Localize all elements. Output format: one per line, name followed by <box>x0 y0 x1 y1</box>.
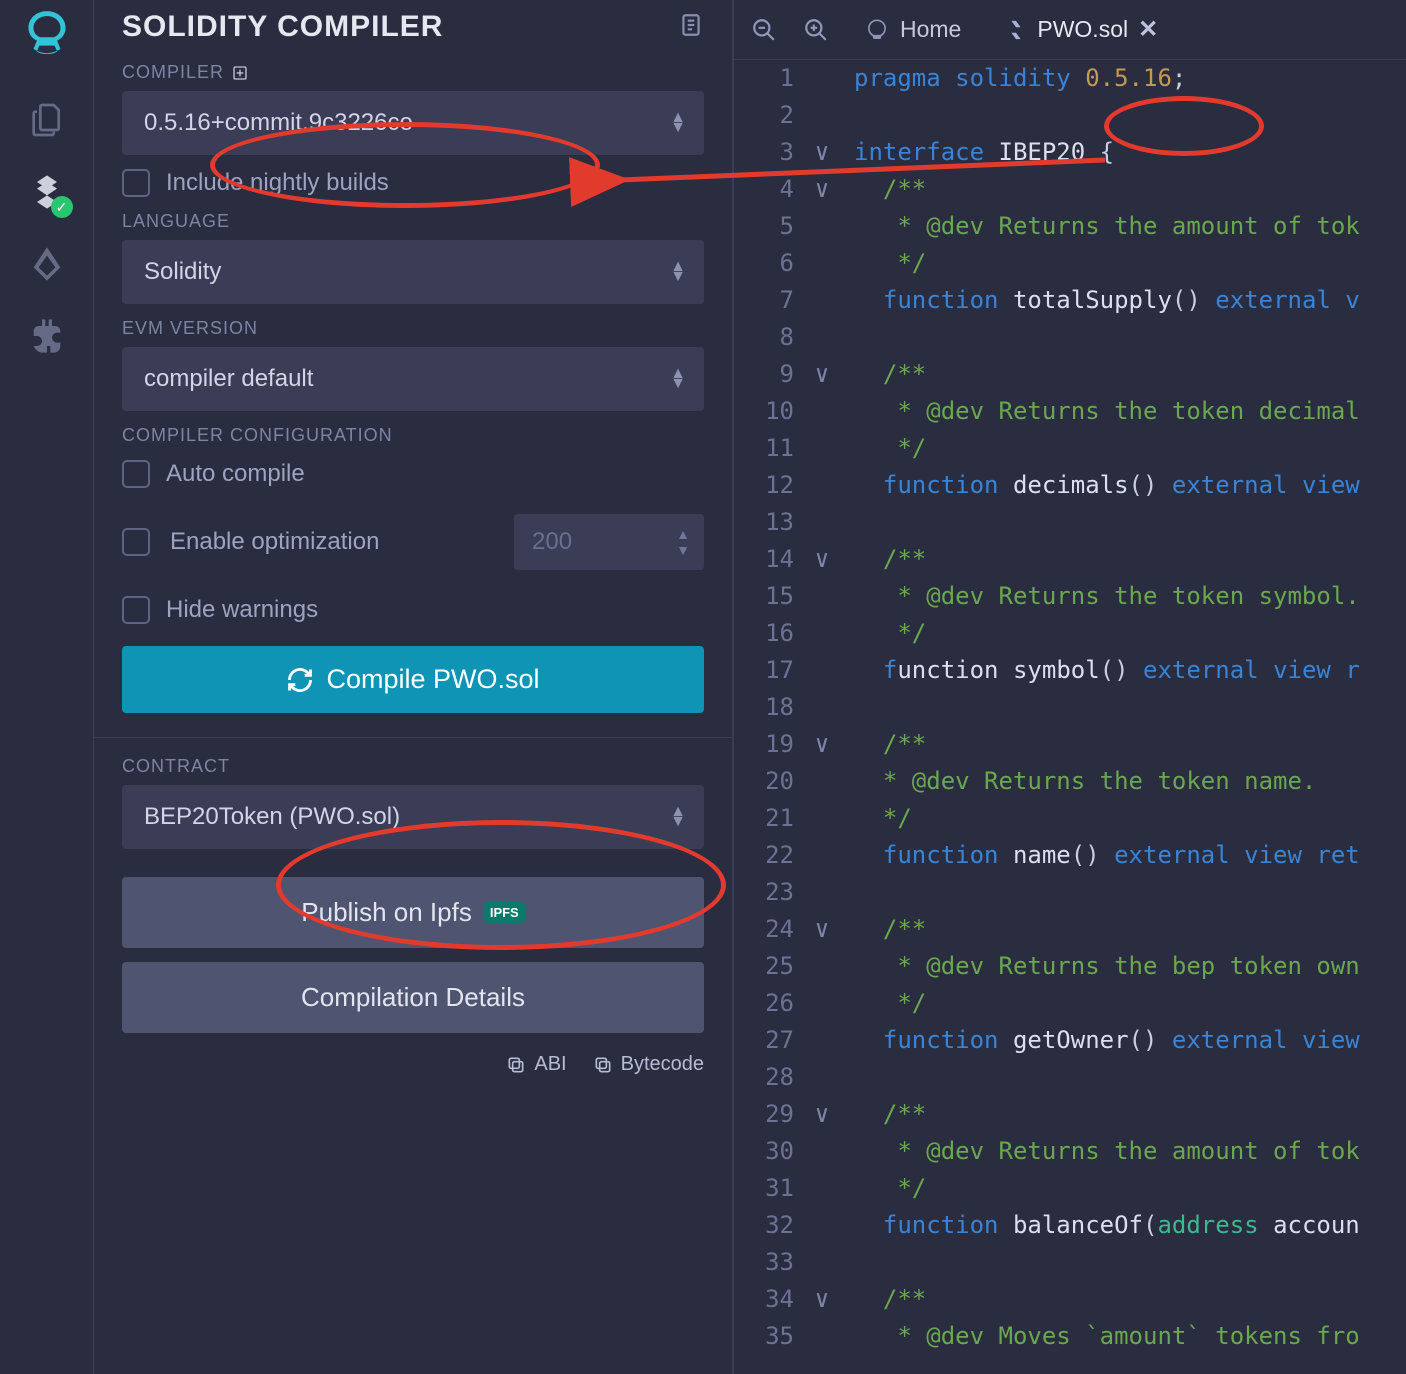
config-label: COMPILER CONFIGURATION <box>122 425 704 446</box>
editor-tabbar: Home PWO.sol ✕ <box>734 0 1406 60</box>
tab-home-label: Home <box>900 16 961 43</box>
language-value: Solidity <box>144 258 221 286</box>
copy-bytecode-button[interactable]: Bytecode <box>593 1053 704 1076</box>
chevron-updown-icon: ▲▼ <box>670 807 686 827</box>
evm-version-select[interactable]: compiler default ▲▼ <box>122 347 704 411</box>
autocompile-checkbox[interactable] <box>122 460 150 488</box>
copy-icon <box>506 1055 526 1075</box>
zoom-in-icon[interactable] <box>794 8 838 52</box>
hidewarnings-label: Hide warnings <box>166 596 318 624</box>
compiler-icon[interactable]: ✓ <box>25 170 69 214</box>
remix-logo-icon[interactable] <box>20 6 74 60</box>
publish-ipfs-label: Publish on Ipfs <box>301 897 472 928</box>
tab-file-label: PWO.sol <box>1037 16 1128 43</box>
solidity-file-icon <box>1005 19 1027 41</box>
contract-label: CONTRACT <box>122 756 704 777</box>
ipfs-badge-icon: IPFS <box>484 902 525 923</box>
contract-value: BEP20Token (PWO.sol) <box>144 803 400 831</box>
compiler-version-select[interactable]: 0.5.16+commit.9c3226ce ▲▼ <box>122 91 704 155</box>
nightly-label: Include nightly builds <box>166 169 389 197</box>
compile-button-label: Compile PWO.sol <box>326 664 539 695</box>
language-select[interactable]: Solidity ▲▼ <box>122 240 704 304</box>
code-editor: Home PWO.sol ✕ 1234567891011121314151617… <box>734 0 1406 1374</box>
chevron-updown-icon: ▲▼ <box>670 113 686 133</box>
evm-value: compiler default <box>144 365 313 393</box>
file-explorer-icon[interactable] <box>25 98 69 142</box>
hidewarnings-checkbox[interactable] <box>122 596 150 624</box>
compiler-panel: SOLIDITY COMPILER COMPILER 0.5.16+commit… <box>94 0 734 1374</box>
chevron-updown-icon: ▲▼ <box>676 526 690 558</box>
refresh-icon <box>286 666 314 694</box>
publish-ipfs-button[interactable]: Publish on Ipfs IPFS <box>122 877 704 948</box>
docs-icon[interactable] <box>678 12 704 43</box>
autocompile-label: Auto compile <box>166 460 305 488</box>
compilation-details-label: Compilation Details <box>301 982 525 1013</box>
add-version-icon[interactable] <box>232 65 248 81</box>
optimize-checkbox[interactable] <box>122 528 150 556</box>
nightly-checkbox[interactable] <box>122 169 150 197</box>
chevron-updown-icon: ▲▼ <box>670 369 686 389</box>
panel-title: SOLIDITY COMPILER <box>122 10 443 44</box>
remix-logo-icon <box>864 17 890 43</box>
line-gutter: 1234567891011121314151617181920212223242… <box>734 60 840 1374</box>
close-tab-icon[interactable]: ✕ <box>1138 15 1158 44</box>
zoom-out-icon[interactable] <box>742 8 786 52</box>
code-area[interactable]: 1234567891011121314151617181920212223242… <box>734 60 1406 1374</box>
icon-rail: ✓ <box>0 0 94 1374</box>
optimize-label: Enable optimization <box>170 528 379 556</box>
tab-home[interactable]: Home <box>846 6 979 54</box>
tab-file[interactable]: PWO.sol ✕ <box>987 6 1176 54</box>
contract-select[interactable]: BEP20Token (PWO.sol) ▲▼ <box>122 785 704 849</box>
optimize-runs-value: 200 <box>532 528 572 555</box>
evm-label: EVM VERSION <box>122 318 704 339</box>
chevron-updown-icon: ▲▼ <box>670 262 686 282</box>
copy-abi-button[interactable]: ABI <box>506 1053 566 1076</box>
success-badge-icon: ✓ <box>51 196 73 218</box>
copy-icon <box>593 1055 613 1075</box>
compiler-label: COMPILER <box>122 62 704 83</box>
optimize-runs-input[interactable]: 200 ▲▼ <box>514 514 704 570</box>
compile-button[interactable]: Compile PWO.sol <box>122 646 704 713</box>
deploy-icon[interactable] <box>25 242 69 286</box>
compilation-details-button[interactable]: Compilation Details <box>122 962 704 1033</box>
plugin-icon[interactable] <box>25 314 69 358</box>
language-label: LANGUAGE <box>122 211 704 232</box>
compiler-version-value: 0.5.16+commit.9c3226ce <box>144 109 413 137</box>
